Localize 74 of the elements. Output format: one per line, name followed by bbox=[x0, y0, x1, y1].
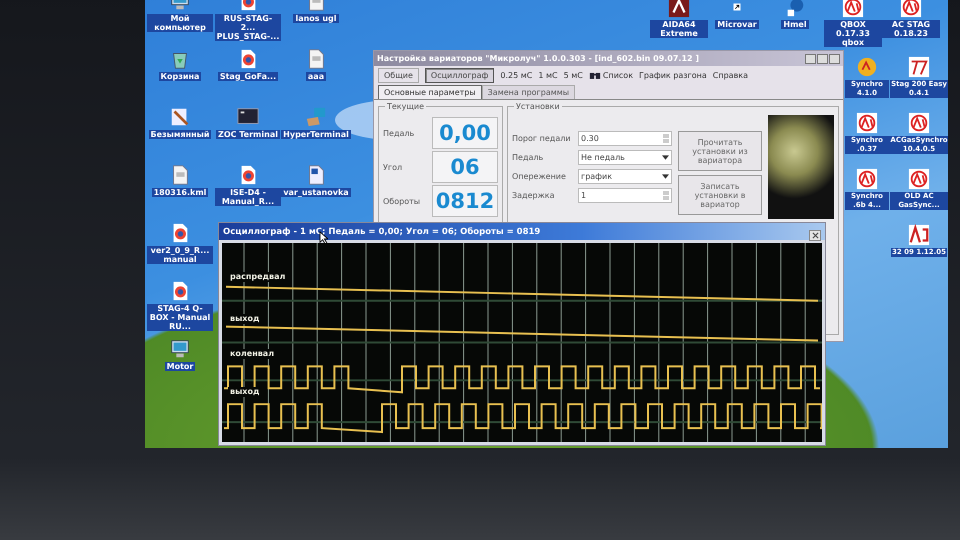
desktop-icon-label[interactable]: QBOX 0.17.33 qbox bbox=[824, 20, 882, 47]
app-logo-icon[interactable] bbox=[842, 0, 864, 18]
menu-item[interactable]: Справка bbox=[712, 71, 748, 80]
group-title: Текущие bbox=[385, 102, 426, 111]
desktop-icon-label[interactable]: ISE-D4 - Manual_R... bbox=[215, 188, 281, 206]
desktop-icon-label[interactable]: Безымянный bbox=[148, 130, 212, 139]
window-title: Настройка вариаторов "Микролуч" 1.0.0.303 - [ind_602.bin 09.07.12 ] bbox=[377, 54, 700, 63]
field-label: Порог педали bbox=[512, 134, 572, 143]
app-logo-icon[interactable] bbox=[856, 168, 878, 190]
reading-value: 0,00 bbox=[432, 117, 498, 149]
menu-item[interactable]: 1 мС bbox=[538, 71, 558, 80]
desktop-icon-label[interactable]: Motor bbox=[164, 362, 196, 371]
app-logo-icon[interactable] bbox=[908, 224, 930, 246]
reading-label: Обороты bbox=[383, 196, 420, 206]
app-tile-icon[interactable] bbox=[668, 0, 690, 18]
app-logo-icon[interactable] bbox=[900, 0, 922, 18]
desktop-icon-label[interactable]: HyperTerminal bbox=[281, 130, 351, 139]
tool-icon[interactable] bbox=[908, 56, 930, 78]
dropdown[interactable]: график bbox=[578, 169, 672, 184]
reading-label: Угол bbox=[383, 162, 402, 172]
desktop-icon-label[interactable]: ZOC Terminal bbox=[216, 130, 280, 139]
field-label: Опережение bbox=[512, 172, 567, 181]
app-logo-icon[interactable] bbox=[856, 112, 878, 134]
close-button[interactable] bbox=[829, 54, 840, 64]
app-logo-icon[interactable] bbox=[908, 112, 930, 134]
menu-item[interactable]: 5 мС bbox=[564, 71, 583, 80]
group-title: Установки bbox=[514, 102, 562, 111]
channel-label: выход bbox=[228, 314, 262, 324]
dropdown-arrow-icon bbox=[662, 155, 669, 160]
minimize-button[interactable] bbox=[805, 54, 816, 64]
desktop-icon-label[interactable]: AC STAG 0.18.23 bbox=[882, 20, 940, 38]
menu-item[interactable]: График разгона bbox=[639, 71, 707, 80]
computer-icon[interactable] bbox=[169, 338, 191, 360]
menu-item[interactable]: Список bbox=[602, 71, 634, 80]
desktop-icon-label[interactable]: AIDA64 Extreme bbox=[650, 20, 708, 38]
paint-brush-icon[interactable] bbox=[169, 106, 191, 128]
app-logo-icon[interactable] bbox=[908, 168, 930, 190]
desktop-icon-label[interactable]: var_ustanovka bbox=[281, 188, 351, 197]
binoculars-icon[interactable] bbox=[588, 71, 601, 80]
desktop-icon-label[interactable]: ааа bbox=[306, 72, 326, 81]
reading-label: Педаль bbox=[383, 128, 414, 138]
reading-value: 0812 bbox=[432, 185, 498, 217]
menu-item[interactable]: 0.25 мС bbox=[500, 71, 532, 80]
desktop-icon-label[interactable]: 180316.kml bbox=[152, 188, 208, 197]
dropdown[interactable]: Не педаль bbox=[578, 150, 672, 165]
close-button[interactable] bbox=[809, 230, 821, 241]
toolbar-button[interactable]: Осциллограф bbox=[424, 68, 494, 83]
window-title: Осциллограф - 1 мС; Педаль = 0,00; Угол = 06; Обороты = 0819 bbox=[223, 226, 542, 236]
channel-label: выход bbox=[228, 387, 262, 397]
desktop-icon-label[interactable]: Hmel bbox=[781, 20, 809, 29]
desktop-icon-label[interactable]: STAG-4 Q-BOX - Manual RU... bbox=[147, 304, 213, 331]
action-button[interactable]: Записать установки в вариатор bbox=[678, 175, 762, 215]
close-icon bbox=[812, 232, 818, 239]
desktop-icon-label[interactable]: Мой компьютер bbox=[147, 14, 213, 32]
dropdown-arrow-icon bbox=[662, 174, 669, 179]
desktop-icon-label[interactable]: Microvar bbox=[715, 20, 759, 29]
desktop-icon-label[interactable]: ver2_0_9_R... manual bbox=[147, 246, 213, 264]
action-button[interactable]: Прочитать установки из вариатора bbox=[678, 131, 762, 171]
maximize-button[interactable] bbox=[817, 54, 828, 64]
toolbar-button[interactable]: Общие bbox=[378, 68, 419, 83]
channel-label: коленвал bbox=[228, 348, 276, 359]
disc-logo-icon[interactable] bbox=[856, 56, 878, 78]
tab[interactable]: Замена программы bbox=[482, 85, 576, 99]
field-label: Педаль bbox=[512, 153, 544, 162]
desktop-icon-label[interactable]: lanos ugl bbox=[293, 14, 339, 23]
spin-field[interactable]: 0.30 bbox=[578, 131, 672, 146]
field-label: Задержка bbox=[512, 191, 556, 200]
reading-value: 06 bbox=[432, 151, 498, 183]
spin-field[interactable]: 1 bbox=[578, 188, 672, 203]
desktop-icon-label[interactable]: Корзина bbox=[158, 72, 202, 81]
desktop-icon-label[interactable]: RUS-STAG-2... PLUS_STAG-... bbox=[214, 14, 282, 41]
tab[interactable]: Основные параметры bbox=[378, 85, 482, 99]
channel-label: распредвал bbox=[228, 272, 288, 282]
desktop-icon-label[interactable]: Stag_GoFa... bbox=[218, 72, 278, 81]
